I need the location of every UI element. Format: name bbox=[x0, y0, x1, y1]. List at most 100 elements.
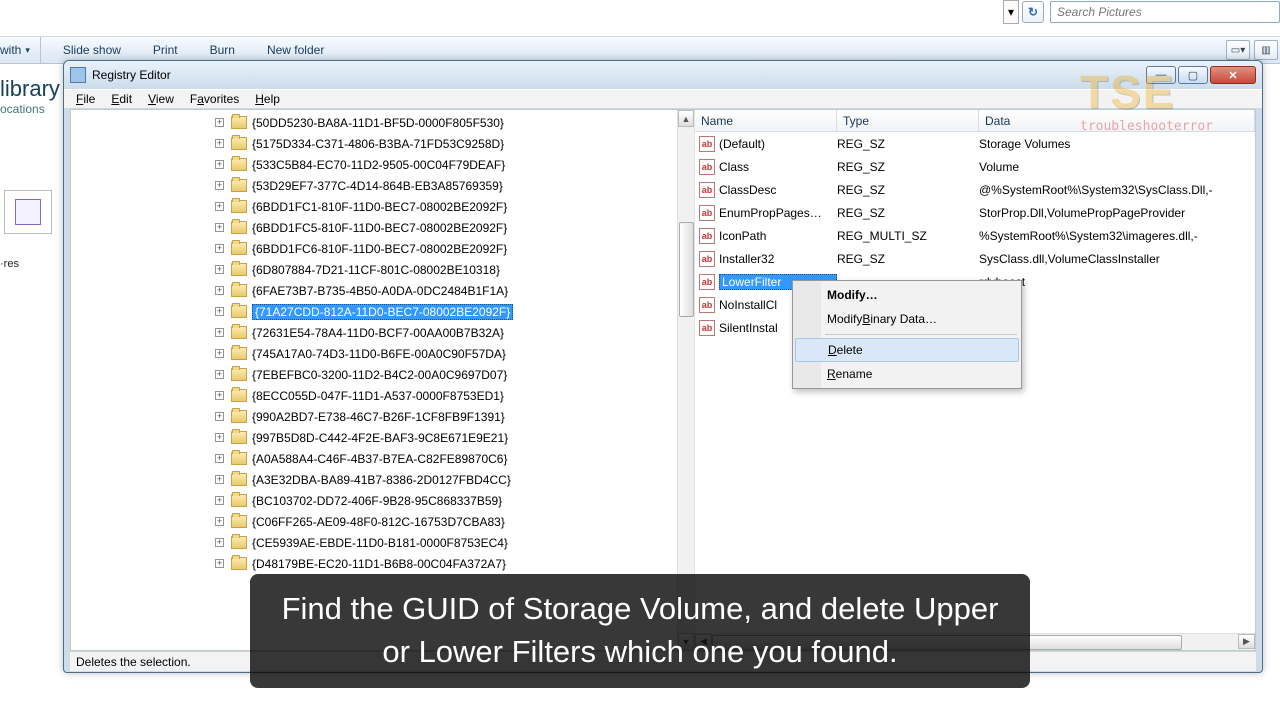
expand-icon[interactable]: + bbox=[215, 202, 224, 211]
tree-key[interactable]: + {D48179BE-EC20-11D1-B6B8-00C04FA372A7} bbox=[71, 553, 694, 574]
key-name: {71A27CDD-812A-11D0-BEC7-08002BE2092F} bbox=[252, 304, 513, 320]
tree-key[interactable]: + {6D807884-7D21-11CF-801C-08002BE10318} bbox=[71, 259, 694, 280]
tree-key[interactable]: +{6FAE73B7-B735-4B50-A0DA-0DC2484B1F1A} bbox=[71, 280, 694, 301]
expand-icon[interactable]: + bbox=[215, 118, 224, 127]
view-mode-button[interactable]: ▭▾ bbox=[1226, 40, 1250, 60]
expand-icon[interactable]: + bbox=[215, 433, 224, 442]
expand-icon[interactable]: + bbox=[215, 538, 224, 547]
menu-help[interactable]: Help bbox=[247, 92, 288, 106]
tree-vscrollbar[interactable]: ▲ ▼ bbox=[677, 110, 694, 650]
expand-icon[interactable]: + bbox=[215, 370, 224, 379]
key-name: {6D807884-7D21-11CF-801C-08002BE10318} bbox=[252, 263, 500, 277]
open-with-button[interactable]: with bbox=[0, 37, 41, 63]
scroll-up-button[interactable]: ▲ bbox=[678, 110, 694, 127]
expand-icon[interactable]: + bbox=[215, 391, 224, 400]
string-value-icon: ab bbox=[699, 159, 715, 175]
ctx-delete[interactable]: Delete bbox=[795, 338, 1019, 362]
tree-key[interactable]: +{53D29EF7-377C-4D14-864B-EB3A85769359} bbox=[71, 175, 694, 196]
expand-icon[interactable]: + bbox=[215, 139, 224, 148]
tree-key[interactable]: + {71A27CDD-812A-11D0-BEC7-08002BE2092F} bbox=[71, 301, 694, 322]
expand-icon[interactable]: + bbox=[215, 475, 224, 484]
string-value-icon: ab bbox=[699, 297, 715, 313]
expand-icon[interactable]: + bbox=[215, 265, 224, 274]
picture-thumbnail[interactable] bbox=[4, 190, 52, 234]
tree-key[interactable]: +{6BDD1FC1-810F-11D0-BEC7-08002BE2092F} bbox=[71, 196, 694, 217]
ctx-modify[interactable]: Modify… bbox=[795, 283, 1019, 307]
tree-key[interactable]: + {6BDD1FC6-810F-11D0-BEC7-08002BE2092F} bbox=[71, 238, 694, 259]
tree-key[interactable]: +{50DD5230-BA8A-11D1-BF5D-0000F805F530} bbox=[71, 112, 694, 133]
key-tree[interactable]: +{50DD5230-BA8A-11D1-BF5D-0000F805F530}+… bbox=[71, 110, 695, 650]
value-row[interactable]: abClassDescREG_SZ@%SystemRoot%\System32\… bbox=[695, 178, 1255, 201]
refresh-button[interactable]: ↻ bbox=[1022, 1, 1044, 23]
folder-icon bbox=[231, 473, 247, 486]
tree-key[interactable]: +{745A17A0-74D3-11D0-B6FE-00A0C90F57DA} bbox=[71, 343, 694, 364]
tree-key[interactable]: +{997B5D8D-C442-4F2E-BAF3-9C8E671E9E21} bbox=[71, 427, 694, 448]
search-input[interactable]: Search Pictures bbox=[1050, 1, 1280, 23]
ctx-separator bbox=[825, 334, 1017, 335]
expand-icon[interactable]: + bbox=[215, 454, 224, 463]
tree-key[interactable]: +{6BDD1FC5-810F-11D0-BEC7-08002BE2092F} bbox=[71, 217, 694, 238]
value-row[interactable]: ab(Default)REG_SZStorage Volumes bbox=[695, 132, 1255, 155]
string-value-icon: ab bbox=[699, 274, 715, 290]
tree-key[interactable]: + {A0A588A4-C46F-4B37-B7EA-C82FE89870C6} bbox=[71, 448, 694, 469]
key-name: {7EBEFBC0-3200-11D2-B4C2-00A0C9697D07} bbox=[252, 368, 507, 382]
col-data[interactable]: Data bbox=[979, 110, 1255, 131]
expand-icon[interactable]: + bbox=[215, 349, 224, 358]
expand-icon[interactable]: + bbox=[215, 328, 224, 337]
scroll-thumb[interactable] bbox=[679, 222, 694, 317]
tree-key[interactable]: +{990A2BD7-E738-46C7-B26F-1CF8FB9F1391} bbox=[71, 406, 694, 427]
menu-edit[interactable]: Edit bbox=[103, 92, 140, 106]
value-row[interactable]: abEnumPropPages…REG_SZStorProp.Dll,Volum… bbox=[695, 201, 1255, 224]
expand-icon[interactable]: + bbox=[215, 307, 224, 316]
tree-key[interactable]: +{A3E32DBA-BA89-41B7-8386-2D0127FBD4CC} bbox=[71, 469, 694, 490]
key-name: {A0A588A4-C46F-4B37-B7EA-C82FE89870C6} bbox=[252, 452, 508, 466]
folder-icon bbox=[231, 137, 247, 150]
string-value-icon: ab bbox=[699, 251, 715, 267]
expand-icon[interactable]: + bbox=[215, 412, 224, 421]
preview-pane-button[interactable]: ▥ bbox=[1254, 40, 1278, 60]
title-bar[interactable]: Registry Editor — ▢ ✕ bbox=[64, 61, 1262, 89]
col-type[interactable]: Type bbox=[837, 110, 979, 131]
value-data: %SystemRoot%\System32\imageres.dll,- bbox=[979, 229, 1255, 243]
value-row[interactable]: abIconPathREG_MULTI_SZ%SystemRoot%\Syste… bbox=[695, 224, 1255, 247]
key-name: {6BDD1FC6-810F-11D0-BEC7-08002BE2092F} bbox=[252, 242, 507, 256]
ctx-modify-binary[interactable]: Modify Binary Data… bbox=[795, 307, 1019, 331]
value-type: REG_SZ bbox=[837, 252, 979, 266]
hscroll-right[interactable]: ▶ bbox=[1238, 634, 1255, 649]
col-name[interactable]: Name bbox=[695, 110, 837, 131]
value-row[interactable]: abClassREG_SZVolume bbox=[695, 155, 1255, 178]
expand-icon[interactable]: + bbox=[215, 160, 224, 169]
menu-view[interactable]: View bbox=[140, 92, 182, 106]
expand-icon[interactable]: + bbox=[215, 286, 224, 295]
key-name: {D48179BE-EC20-11D1-B6B8-00C04FA372A7} bbox=[252, 557, 506, 571]
menu-favorites[interactable]: Favorites bbox=[182, 92, 247, 106]
value-list[interactable]: Name Type Data ab(Default)REG_SZStorage … bbox=[695, 110, 1255, 650]
ctx-rename[interactable]: Rename bbox=[795, 362, 1019, 386]
address-dropdown[interactable]: ▾ bbox=[1003, 0, 1019, 24]
value-name: (Default) bbox=[719, 137, 837, 151]
list-header[interactable]: Name Type Data bbox=[695, 110, 1255, 132]
tree-key[interactable]: +{8ECC055D-047F-11D1-A537-0000F8753ED1} bbox=[71, 385, 694, 406]
value-row[interactable]: abInstaller32REG_SZSysClass.dll,VolumeCl… bbox=[695, 247, 1255, 270]
expand-icon[interactable]: + bbox=[215, 223, 224, 232]
value-type: REG_SZ bbox=[837, 206, 979, 220]
tree-key[interactable]: +{C06FF265-AE09-48F0-812C-16753D7CBA83} bbox=[71, 511, 694, 532]
expand-icon[interactable]: + bbox=[215, 181, 224, 190]
minimize-button[interactable]: — bbox=[1146, 66, 1176, 84]
expand-icon[interactable]: + bbox=[215, 244, 224, 253]
value-data: Storage Volumes bbox=[979, 137, 1255, 151]
expand-icon[interactable]: + bbox=[215, 517, 224, 526]
folder-icon bbox=[231, 389, 247, 402]
tree-key[interactable]: + {7EBEFBC0-3200-11D2-B4C2-00A0C9697D07} bbox=[71, 364, 694, 385]
tree-key[interactable]: +{CE5939AE-EBDE-11D0-B181-0000F8753EC4} bbox=[71, 532, 694, 553]
tree-key[interactable]: +{72631E54-78A4-11D0-BCF7-00AA00B7B32A} bbox=[71, 322, 694, 343]
close-button[interactable]: ✕ bbox=[1210, 66, 1256, 84]
tree-key[interactable]: +{BC103702-DD72-406F-9B28-95C868337B59} bbox=[71, 490, 694, 511]
tree-key[interactable]: +{5175D334-C371-4806-B3BA-71FD53C9258D} bbox=[71, 133, 694, 154]
maximize-button[interactable]: ▢ bbox=[1178, 66, 1208, 84]
expand-icon[interactable]: + bbox=[215, 559, 224, 568]
folder-icon bbox=[231, 452, 247, 465]
expand-icon[interactable]: + bbox=[215, 496, 224, 505]
tree-key[interactable]: +{533C5B84-EC70-11D2-9505-00C04F79DEAF} bbox=[71, 154, 694, 175]
menu-file[interactable]: File bbox=[68, 92, 103, 106]
